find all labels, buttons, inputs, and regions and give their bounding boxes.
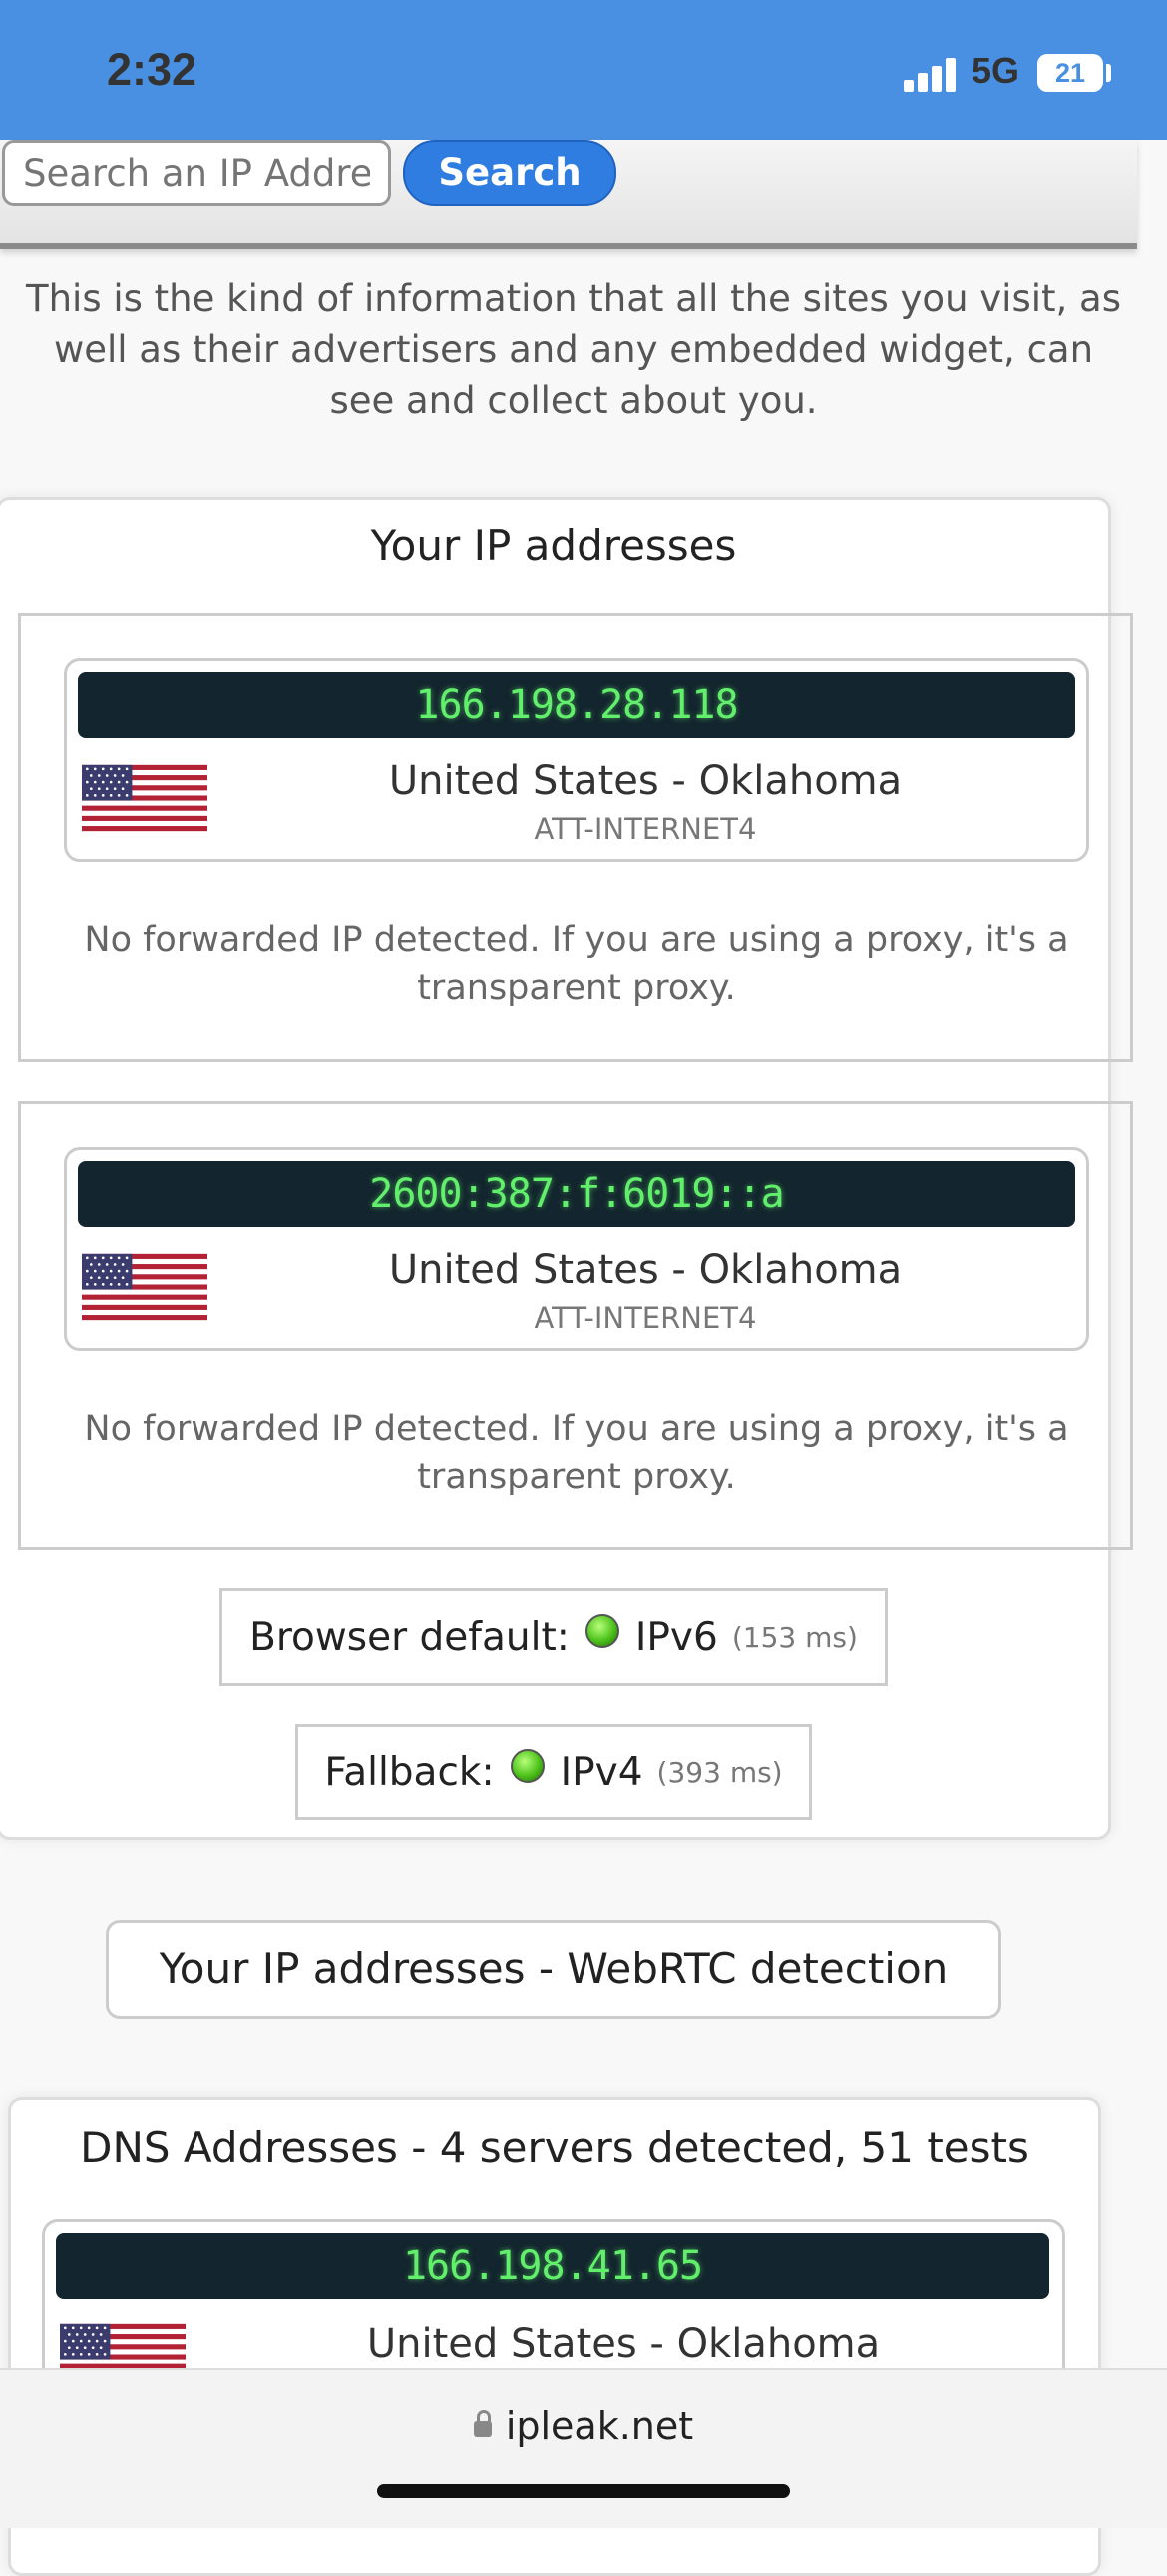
search-button[interactable]: Search [403, 140, 616, 206]
webrtc-detection-button[interactable]: Your IP addresses - WebRTC detection [106, 1920, 1001, 2019]
forwarded-ip-note: No forwarded IP detected. If you are usi… [84, 920, 1069, 1008]
intro-text: This is the kind of information that all… [25, 277, 1121, 422]
lock-icon [473, 2410, 492, 2437]
ip-location: United States - Oklahoma [388, 758, 903, 804]
ip-address-display: 166.198.28.118 [78, 672, 1075, 738]
fallback-status: Fallback: IPv4 (393 ms) [295, 1724, 812, 1820]
battery-icon: 21 [1037, 54, 1103, 92]
status-dot-icon [584, 1614, 619, 1648]
ip-section-title: Your IP addresses [370, 521, 737, 570]
ip-location: United States - Oklahoma [388, 1247, 903, 1293]
browser-default-label: Browser default: [249, 1614, 570, 1660]
url-text: ipleak.net [505, 2404, 694, 2448]
ip-isp: ATT-INTERNET4 [534, 1301, 757, 1335]
ip-isp: ATT-INTERNET4 [534, 812, 757, 846]
signal-icon [904, 58, 958, 92]
browser-bottom-bar [0, 2368, 1167, 2528]
fallback-protocol: IPv4 [560, 1749, 643, 1795]
battery-tip [1106, 64, 1111, 82]
us-flag-icon [82, 1245, 207, 1329]
fallback-label: Fallback: [324, 1749, 495, 1795]
home-indicator[interactable] [377, 2484, 790, 2498]
fallback-latency: (393 ms) [656, 1755, 783, 1789]
search-input[interactable] [2, 140, 391, 206]
forwarded-ip-note: No forwarded IP detected. If you are usi… [84, 1409, 1069, 1497]
dns-section-title: DNS Addresses - 4 servers detected, 51 t… [80, 2123, 1029, 2172]
browser-default-protocol: IPv6 [634, 1614, 718, 1660]
dns-location: United States - Oklahoma [366, 2321, 881, 2366]
status-time: 2:32 [107, 44, 197, 95]
ip-address-display: 2600:387:f:6019::a [78, 1161, 1075, 1227]
status-dot-icon [510, 1749, 545, 1783]
address-bar[interactable]: ipleak.net [0, 2404, 1167, 2448]
browser-default-latency: (153 ms) [731, 1620, 858, 1654]
network-type: 5G [972, 50, 1020, 91]
dns-ip-display: 166.198.41.65 [56, 2233, 1049, 2299]
browser-default-status: Browser default: IPv6 (153 ms) [219, 1588, 888, 1686]
us-flag-icon [82, 756, 207, 840]
